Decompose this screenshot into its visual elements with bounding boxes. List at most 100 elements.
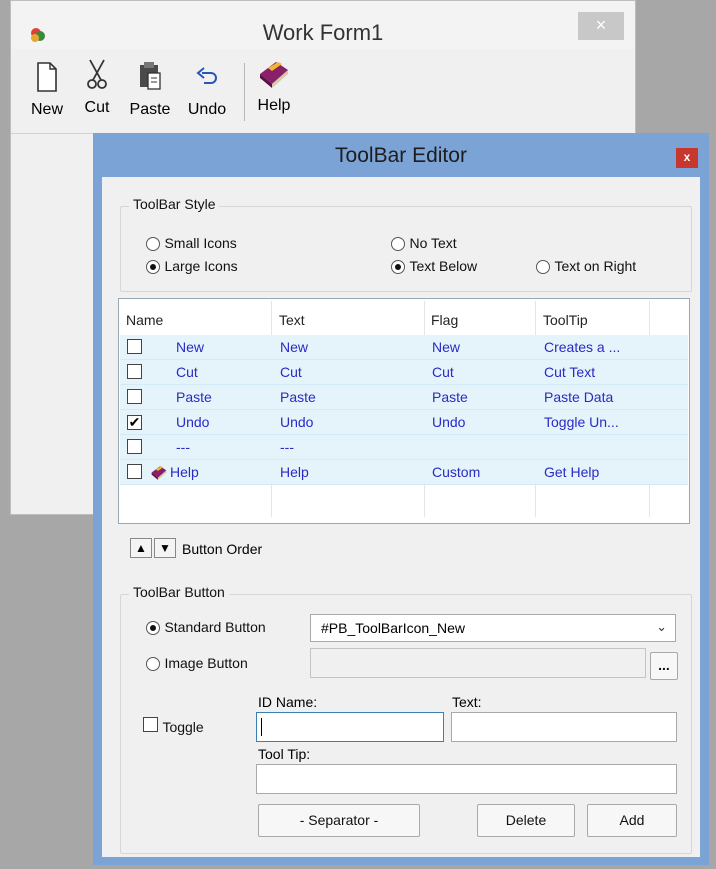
checkbox-icon: [143, 717, 158, 732]
new-document-icon: [37, 62, 57, 92]
toolbar-items-list[interactable]: Name Text Flag ToolTip New New New Creates …: [118, 298, 690, 524]
cell-text: Help: [280, 464, 309, 480]
button-order-label: Button Order: [182, 541, 263, 557]
toolbar-button-label: ToolBar Button: [129, 584, 229, 600]
cell-tooltip: Cut Text: [544, 364, 596, 380]
radio-icon: [391, 236, 405, 251]
arrow-up-icon: ▲: [135, 541, 147, 555]
column-header-flag[interactable]: Flag: [431, 299, 458, 334]
tooltip-label: Tool Tip:: [258, 746, 311, 762]
cell-text: ---: [280, 439, 294, 455]
toolbar-label: New: [30, 101, 63, 118]
add-button[interactable]: Add: [587, 804, 677, 837]
help-book-icon: [151, 466, 167, 480]
cell-text: Undo: [280, 414, 314, 430]
image-button-radio[interactable]: Image Button: [146, 655, 248, 673]
toolbar-label: Help: [257, 97, 291, 114]
row-checkbox[interactable]: [127, 339, 142, 354]
tooltip-input[interactable]: [256, 764, 677, 794]
cell-flag: Paste: [432, 389, 468, 405]
radio-icon: [146, 259, 160, 274]
standard-icon-select[interactable]: #PB_ToolBarIcon_New ⌄: [310, 614, 676, 642]
no-text-radio[interactable]: No Text: [391, 235, 457, 253]
browse-button[interactable]: ...: [650, 652, 678, 680]
clipboard-icon: [140, 62, 161, 90]
cell-text: Cut: [280, 364, 302, 380]
row-checkbox[interactable]: [127, 364, 142, 379]
toolbar-button-paste[interactable]: Paste: [124, 53, 176, 128]
row-checkbox[interactable]: [127, 439, 142, 454]
standard-button-radio[interactable]: Standard Button: [146, 619, 266, 637]
small-icons-label: Small Icons: [164, 235, 237, 251]
scissors-icon: [87, 59, 107, 89]
text-below-label: Text Below: [409, 258, 478, 274]
id-name-input[interactable]: [256, 712, 444, 742]
row-checkbox[interactable]: ✔: [127, 415, 142, 430]
no-text-label: No Text: [409, 235, 457, 251]
move-down-button[interactable]: ▼: [154, 538, 176, 558]
radio-icon: [146, 236, 160, 251]
column-header-tooltip[interactable]: ToolTip: [543, 299, 588, 334]
standard-button-label: Standard Button: [164, 619, 266, 635]
cell-tooltip: Get Help: [544, 464, 600, 480]
large-icons-radio[interactable]: Large Icons: [146, 258, 238, 276]
help-book-icon: [260, 62, 288, 88]
toolbar-button-new[interactable]: New: [26, 53, 68, 128]
toolbar-label: Cut: [84, 99, 110, 116]
cell-flag: New: [432, 339, 461, 355]
undo-icon: [196, 67, 217, 84]
radio-icon: [146, 656, 160, 671]
list-item[interactable]: ✔ Undo Undo Undo Toggle Un...: [120, 410, 688, 435]
close-icon: x: [683, 150, 691, 164]
cell-name: ---: [176, 439, 190, 455]
arrow-down-icon: ▼: [159, 541, 171, 555]
toolbar-button-cut[interactable]: Cut: [80, 53, 114, 128]
small-icons-radio[interactable]: Small Icons: [146, 235, 237, 253]
separator-button[interactable]: - Separator -: [258, 804, 420, 837]
id-name-label: ID Name:: [258, 694, 318, 710]
radio-icon: [146, 620, 160, 635]
toolbar-style-label: ToolBar Style: [129, 196, 220, 212]
column-header-text[interactable]: Text: [279, 299, 305, 334]
toggle-checkbox[interactable]: Toggle: [143, 717, 204, 737]
list-item[interactable]: --- ---: [120, 435, 688, 460]
cell-flag: Undo: [432, 414, 466, 430]
standard-icon-value: #PB_ToolBarIcon_New: [321, 620, 465, 636]
row-checkbox[interactable]: [127, 389, 142, 404]
column-header-name[interactable]: Name: [126, 299, 163, 334]
toggle-label: Toggle: [162, 719, 204, 735]
close-button[interactable]: ×: [578, 12, 624, 40]
cell-tooltip: Paste Data: [544, 389, 614, 405]
delete-button[interactable]: Delete: [477, 804, 575, 837]
toolbar-label: Undo: [187, 101, 227, 118]
cell-name: Paste: [176, 389, 212, 405]
cell-flag: Cut: [432, 364, 454, 380]
text-cursor: [261, 718, 262, 736]
text-input[interactable]: [451, 712, 677, 742]
text-label: Text:: [452, 694, 482, 710]
move-up-button[interactable]: ▲: [130, 538, 152, 558]
chevron-down-icon: ⌄: [656, 619, 667, 634]
large-icons-label: Large Icons: [164, 258, 238, 274]
toolbar-button-help[interactable]: Help: [253, 53, 295, 128]
list-item[interactable]: Help Help Custom Get Help: [120, 460, 688, 485]
cell-tooltip: Toggle Un...: [544, 414, 619, 430]
image-button-label: Image Button: [164, 655, 248, 671]
radio-icon: [391, 259, 405, 274]
row-checkbox[interactable]: [127, 464, 142, 479]
cell-text: New: [280, 339, 309, 355]
toolbar-button-undo[interactable]: Undo: [183, 53, 231, 128]
dialog-close-button[interactable]: x: [676, 148, 698, 168]
cell-name: Help: [170, 464, 199, 480]
cell-name: Undo: [176, 414, 210, 430]
work-form-titlebar[interactable]: Work Form1 ×: [11, 1, 635, 49]
image-path-field: [310, 648, 646, 678]
radio-icon: [536, 259, 550, 274]
list-item[interactable]: Cut Cut Cut Cut Text: [120, 360, 688, 385]
cell-name: New: [176, 339, 205, 355]
text-on-right-radio[interactable]: Text on Right: [536, 258, 636, 276]
text-below-radio[interactable]: Text Below: [391, 258, 477, 276]
list-item[interactable]: New New New Creates a ...: [120, 335, 688, 360]
list-item[interactable]: Paste Paste Paste Paste Data: [120, 385, 688, 410]
text-on-right-label: Text on Right: [554, 258, 637, 274]
